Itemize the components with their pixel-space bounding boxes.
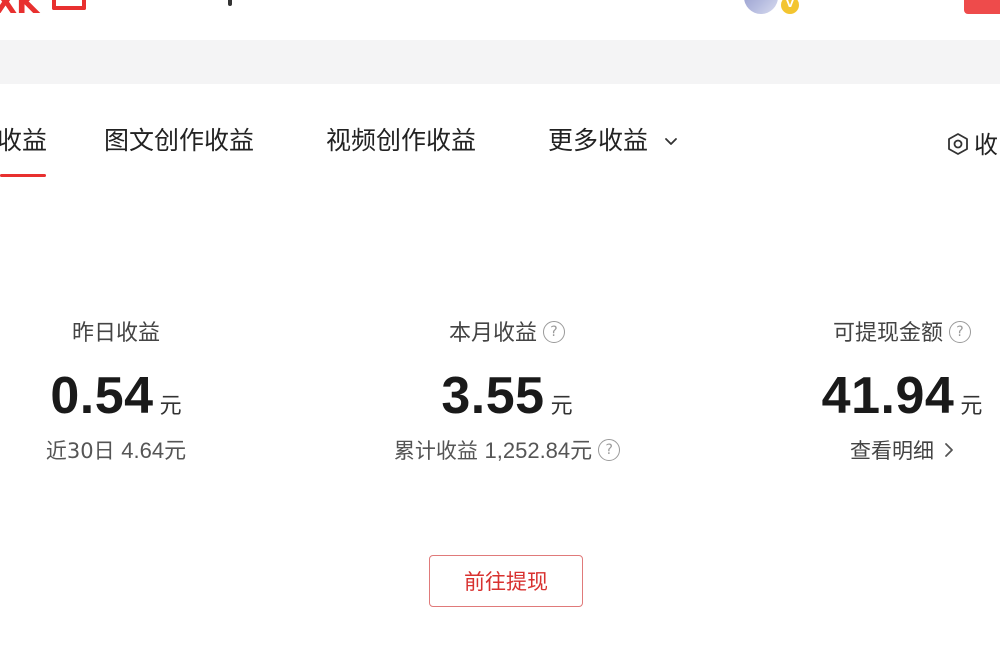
stat-value-row: 41.94 元 bbox=[792, 368, 1000, 424]
stat-sub-label: 近30日 bbox=[45, 439, 115, 463]
stat-sub-value: 1,252.84元 bbox=[484, 438, 593, 463]
chevron-right-icon bbox=[945, 443, 953, 457]
tab-label: 视频创作收益 bbox=[326, 126, 477, 155]
help-circle-icon[interactable]: ? bbox=[949, 321, 971, 343]
header-band bbox=[0, 40, 1000, 84]
tab-label: 图文创作收益 bbox=[104, 126, 255, 155]
settings-label: 收 bbox=[974, 131, 998, 159]
tab-article-earnings[interactable]: 图文创作收益 bbox=[104, 124, 254, 158]
help-circle-icon[interactable]: ? bbox=[543, 321, 565, 343]
stat-value-row: 3.55 元 bbox=[372, 368, 642, 424]
stat-sub: 累计收益 1,252.84元? bbox=[372, 436, 642, 466]
stat-this-month: 本月收益? 3.55 元 累计收益 1,252.84元? bbox=[372, 318, 642, 466]
tab-earnings[interactable]: 收益 bbox=[0, 124, 47, 158]
stat-sub-value: 4.64元 bbox=[121, 438, 187, 463]
stat-value: 3.55 bbox=[441, 367, 545, 425]
top-header: XK V bbox=[0, 0, 1000, 40]
tab-label: 更多收益 bbox=[548, 126, 649, 155]
stat-value: 0.54 bbox=[50, 367, 154, 425]
chevron-down-icon bbox=[664, 122, 678, 156]
stat-label: 昨日收益 bbox=[26, 318, 206, 350]
view-details-link[interactable]: 查看明细 bbox=[792, 436, 1000, 466]
header-divider bbox=[228, 0, 232, 6]
stat-sub: 近30日 4.64元 bbox=[26, 436, 206, 466]
logo-mark-icon bbox=[52, 0, 86, 10]
earnings-page: XK V 收益 图文创作收益 视频创作收益 更多收益 收 昨日收益 0.54 元… bbox=[0, 0, 1000, 662]
tab-more-earnings[interactable]: 更多收益 bbox=[548, 124, 678, 159]
tab-video-earnings[interactable]: 视频创作收益 bbox=[326, 124, 476, 158]
stat-value-row: 0.54 元 bbox=[26, 368, 206, 424]
stat-unit: 元 bbox=[159, 394, 182, 419]
stat-withdrawable: 可提现金额? 41.94 元 查看明细 bbox=[792, 318, 1000, 466]
tab-label: 收益 bbox=[0, 126, 48, 155]
stat-label: 本月收益? bbox=[372, 318, 642, 350]
verified-badge-icon: V bbox=[779, 0, 801, 16]
stat-label-text: 本月收益 bbox=[448, 321, 537, 346]
view-details-label: 查看明细 bbox=[850, 439, 934, 463]
avatar[interactable] bbox=[744, 0, 778, 14]
stat-yesterday: 昨日收益 0.54 元 近30日 4.64元 bbox=[26, 318, 206, 466]
withdraw-button[interactable]: 前往提现 bbox=[429, 555, 583, 607]
logo[interactable]: XK bbox=[0, 0, 39, 21]
header-action-button[interactable] bbox=[964, 0, 1000, 14]
earnings-tabs: 收益 图文创作收益 视频创作收益 更多收益 收 bbox=[0, 84, 1000, 184]
stat-unit: 元 bbox=[550, 394, 573, 419]
stat-value: 41.94 bbox=[821, 367, 955, 425]
stat-label-text: 可提现金额 bbox=[832, 321, 943, 346]
help-circle-icon[interactable]: ? bbox=[598, 439, 621, 461]
stat-label: 可提现金额? bbox=[792, 318, 1000, 350]
stat-unit: 元 bbox=[960, 394, 983, 419]
stat-label-text: 昨日收益 bbox=[71, 321, 160, 346]
stat-sub-label: 累计收益 bbox=[393, 439, 478, 463]
earnings-settings[interactable]: 收 bbox=[946, 130, 998, 160]
settings-hexagon-icon bbox=[948, 133, 968, 155]
active-tab-indicator bbox=[0, 174, 46, 177]
